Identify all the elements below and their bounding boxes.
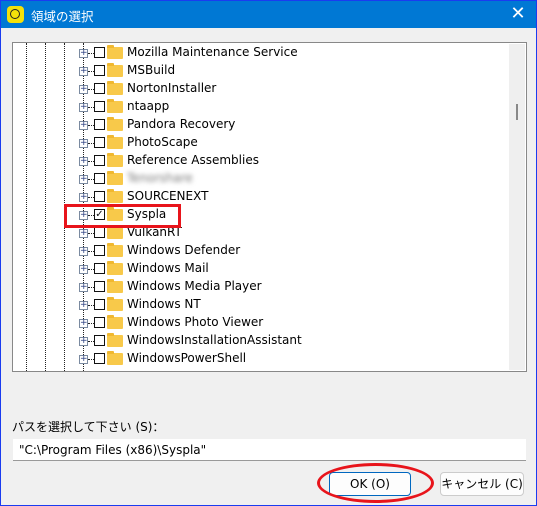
expand-icon[interactable]: + bbox=[79, 49, 88, 58]
tree-item[interactable]: + WindowsInstallationAssistant bbox=[13, 332, 503, 350]
folder-icon bbox=[107, 171, 123, 185]
expand-icon[interactable]: + bbox=[79, 283, 88, 292]
tree-item-label: Mozilla Maintenance Service bbox=[127, 45, 298, 59]
folder-icon bbox=[107, 297, 123, 311]
tree-item-label: PhotoScape bbox=[127, 135, 198, 149]
tree-item[interactable]: + Windows Media Player bbox=[13, 278, 503, 296]
checkbox[interactable] bbox=[94, 317, 105, 328]
expand-icon[interactable]: + bbox=[79, 193, 88, 202]
expand-icon[interactable]: + bbox=[79, 319, 88, 328]
checkbox[interactable] bbox=[94, 137, 105, 148]
title-bar: 領域の選択 ✕ bbox=[1, 1, 536, 28]
checkbox[interactable] bbox=[94, 335, 105, 346]
expand-icon[interactable]: + bbox=[79, 355, 88, 364]
checkbox[interactable] bbox=[94, 263, 105, 274]
expand-icon[interactable]: + bbox=[79, 103, 88, 112]
tree-item[interactable]: + WindowsPowerShell bbox=[13, 350, 503, 368]
tree-item-label: Windows Mail bbox=[127, 261, 209, 275]
tree-item-label: Windows Photo Viewer bbox=[127, 315, 264, 329]
highlight-ellipse bbox=[317, 463, 434, 503]
tree-item-label: Tenorshare bbox=[127, 171, 193, 185]
expand-icon[interactable]: + bbox=[79, 157, 88, 166]
folder-icon bbox=[107, 45, 123, 59]
tree-item-label: SOURCENEXT bbox=[127, 189, 209, 203]
folder-icon bbox=[107, 315, 123, 329]
expand-icon[interactable]: + bbox=[79, 229, 88, 238]
tree-item[interactable]: + PhotoScape bbox=[13, 134, 503, 152]
vertical-scrollbar[interactable] bbox=[509, 44, 525, 370]
cancel-button[interactable]: キャンセル (C) bbox=[440, 472, 524, 496]
scrollbar-thumb[interactable] bbox=[516, 104, 518, 120]
window-title: 領域の選択 bbox=[31, 9, 94, 24]
expand-icon[interactable]: + bbox=[79, 67, 88, 76]
folder-icon bbox=[107, 351, 123, 365]
tree-item[interactable]: + MSBuild bbox=[13, 62, 503, 80]
tree-item-label: NortonInstaller bbox=[127, 81, 217, 95]
path-label: パスを選択して下さい (S)： bbox=[12, 420, 165, 434]
tree-item[interactable]: + Mozilla Maintenance Service bbox=[13, 44, 503, 62]
path-input[interactable]: "C:\Program Files (x86)\Syspla" bbox=[13, 439, 526, 461]
expand-icon[interactable]: + bbox=[79, 139, 88, 148]
expand-icon[interactable]: + bbox=[79, 265, 88, 274]
expand-icon[interactable]: + bbox=[79, 301, 88, 310]
checkbox[interactable] bbox=[94, 155, 105, 166]
checkbox[interactable] bbox=[94, 353, 105, 364]
checkbox[interactable] bbox=[94, 299, 105, 310]
tree-item[interactable]: + NortonInstaller bbox=[13, 80, 503, 98]
checkbox[interactable] bbox=[94, 101, 105, 112]
tree-item[interactable]: + Windows NT bbox=[13, 296, 503, 314]
expand-icon[interactable]: + bbox=[79, 247, 88, 256]
highlight-rectangle bbox=[64, 204, 181, 228]
expand-icon[interactable]: + bbox=[79, 175, 88, 184]
tree-item-label: WindowsInstallationAssistant bbox=[127, 333, 302, 347]
app-icon bbox=[7, 6, 24, 23]
checkbox[interactable] bbox=[94, 173, 105, 184]
checkbox[interactable] bbox=[94, 119, 105, 130]
tree-item-label: Pandora Recovery bbox=[127, 117, 236, 131]
folder-icon bbox=[107, 117, 123, 131]
tree-item[interactable]: + Reference Assemblies bbox=[13, 152, 503, 170]
tree-item[interactable]: + Windows Defender bbox=[13, 242, 503, 260]
folder-icon bbox=[107, 63, 123, 77]
folder-icon bbox=[107, 333, 123, 347]
tree-item-label: MSBuild bbox=[127, 63, 176, 77]
close-icon[interactable]: ✕ bbox=[500, 1, 536, 28]
tree-item[interactable]: + Windows Mail bbox=[13, 260, 503, 278]
folder-icon bbox=[107, 243, 123, 257]
folder-icon bbox=[107, 189, 123, 203]
folder-icon bbox=[107, 81, 123, 95]
checkbox[interactable] bbox=[94, 65, 105, 76]
tree-item-label: Reference Assemblies bbox=[127, 153, 259, 167]
expand-icon[interactable]: + bbox=[79, 121, 88, 130]
folder-icon bbox=[107, 261, 123, 275]
checkbox[interactable] bbox=[94, 83, 105, 94]
expand-icon[interactable]: + bbox=[79, 85, 88, 94]
folder-icon bbox=[107, 135, 123, 149]
folder-icon bbox=[107, 279, 123, 293]
folder-icon bbox=[107, 225, 123, 239]
checkbox[interactable] bbox=[94, 227, 105, 238]
expand-icon[interactable]: + bbox=[79, 337, 88, 346]
checkbox[interactable] bbox=[94, 245, 105, 256]
tree-item[interactable]: + Pandora Recovery bbox=[13, 116, 503, 134]
checkbox[interactable] bbox=[94, 281, 105, 292]
tree-item-label: Windows Media Player bbox=[127, 279, 262, 293]
tree-item-label: Windows NT bbox=[127, 297, 201, 311]
tree-item-label: Windows Defender bbox=[127, 243, 241, 257]
tree-item-label: ntaapp bbox=[127, 99, 170, 113]
select-area-dialog: 領域の選択 ✕ + Mozilla Maintenance Service + M… bbox=[0, 0, 537, 506]
tree-item[interactable]: + Windows Photo Viewer bbox=[13, 314, 503, 332]
checkbox[interactable] bbox=[94, 191, 105, 202]
folder-icon bbox=[107, 153, 123, 167]
tree-item[interactable]: + Tenorshare bbox=[13, 170, 503, 188]
folder-icon bbox=[107, 99, 123, 113]
tree-item[interactable]: + ntaapp bbox=[13, 98, 503, 116]
tree-item-label: WindowsPowerShell bbox=[127, 351, 247, 365]
checkbox[interactable] bbox=[94, 47, 105, 58]
